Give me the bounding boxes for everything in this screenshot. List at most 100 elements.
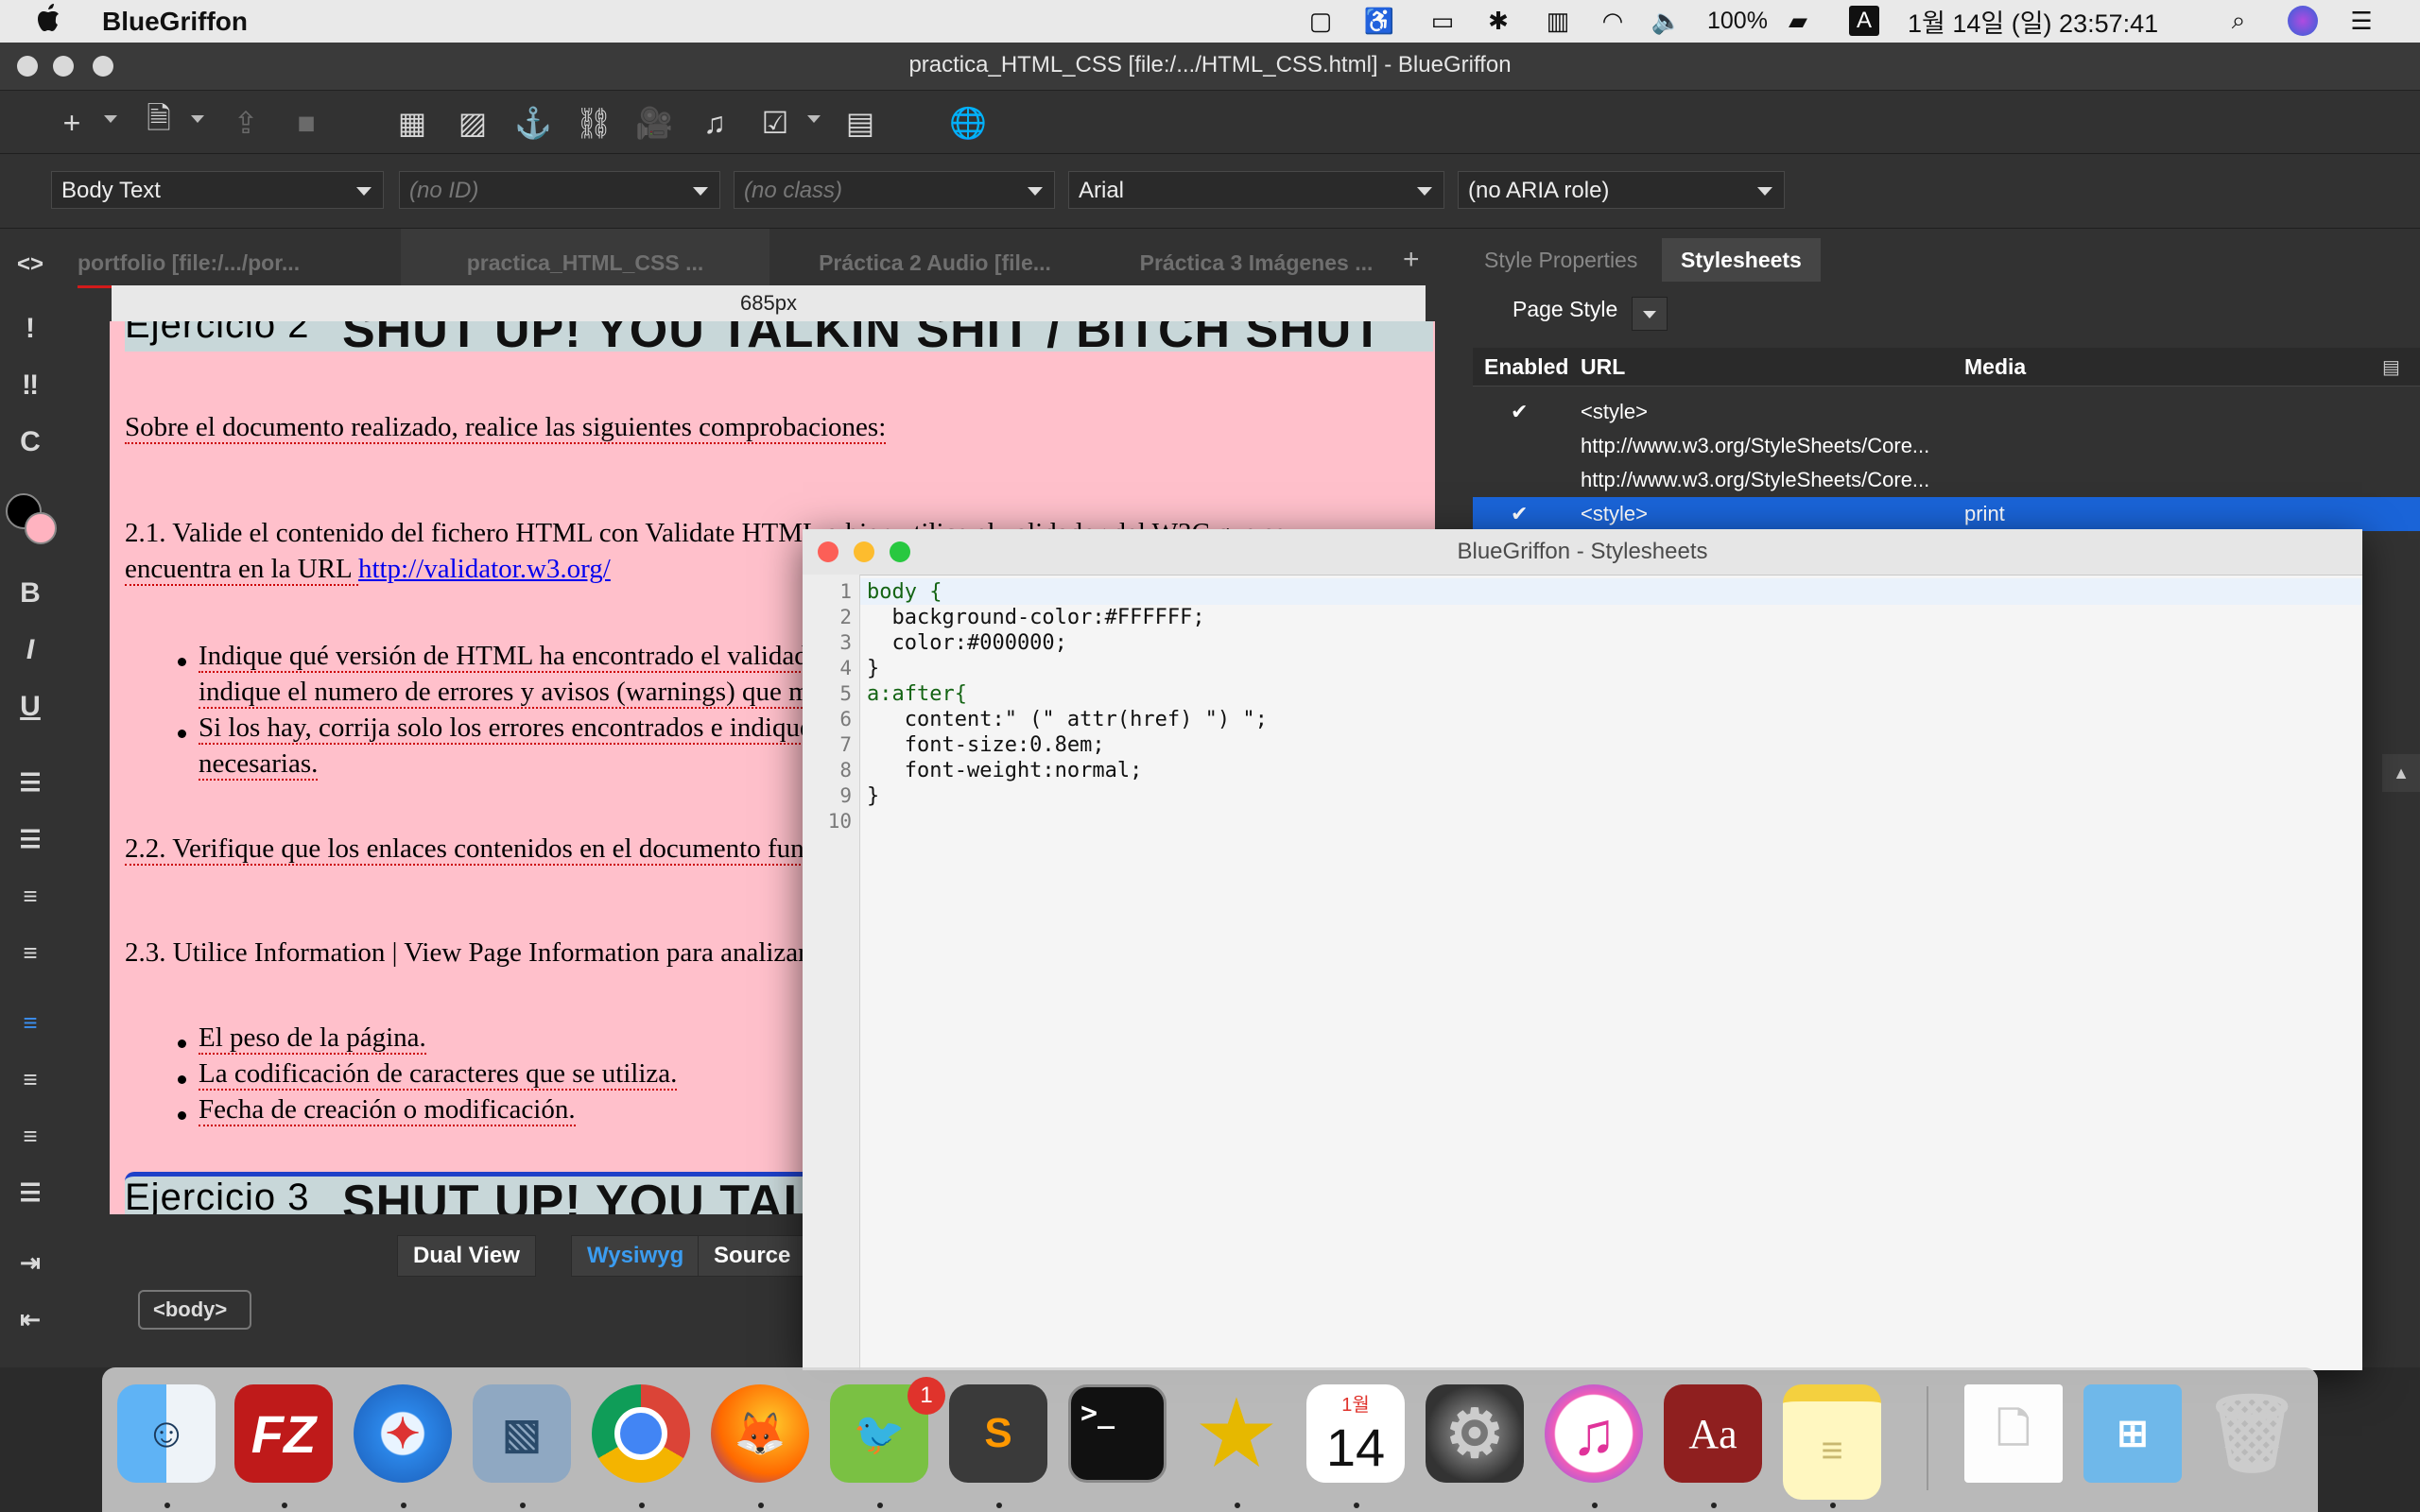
link-icon[interactable]: ⛓ xyxy=(575,104,614,142)
image-icon[interactable]: ▨ xyxy=(454,104,492,142)
stylesheet-row[interactable]: http://www.w3.org/StyleSheets/Core... xyxy=(1473,463,2420,497)
tab-practica-3-imagenes[interactable]: Práctica 3 Imágenes ... xyxy=(1100,229,1412,285)
definition-term-icon[interactable]: ≡ xyxy=(11,934,49,971)
aria-role-select[interactable]: (no ARIA role) xyxy=(1458,171,1785,209)
form-dropdown[interactable] xyxy=(807,115,821,123)
spotlight-search-icon[interactable]: ⌕ xyxy=(2223,6,2254,34)
id-select[interactable]: (no ID) xyxy=(399,171,720,209)
wifi-icon[interactable]: ◠ xyxy=(1596,7,1630,35)
wysiwyg-button[interactable]: Wysiwyg xyxy=(571,1235,700,1277)
stylesheet-row[interactable]: http://www.w3.org/StyleSheets/Core... xyxy=(1473,429,2420,463)
clock[interactable]: 1월 14일 (일) 23:57:41 xyxy=(1908,8,2158,38)
important-icon[interactable]: ! xyxy=(11,310,49,348)
scroll-up-icon[interactable]: ▲ xyxy=(2382,754,2420,792)
filezilla-icon[interactable]: FZ xyxy=(234,1384,333,1483)
bulleted-list-icon[interactable]: ☰ xyxy=(11,764,49,801)
numbered-list-icon[interactable]: ☰ xyxy=(11,820,49,858)
open-file-icon[interactable]: 🗎 xyxy=(140,101,178,142)
itunes-icon[interactable]: ♫ xyxy=(1545,1384,1643,1483)
calendar-icon[interactable]: 1월 14 xyxy=(1306,1384,1405,1483)
battery-percent[interactable]: 100% xyxy=(1707,8,1768,34)
stop-icon[interactable]: ■ xyxy=(287,104,325,142)
document-icon[interactable]: 🗋 xyxy=(1964,1384,2063,1483)
folder-icon[interactable]: ⊞ xyxy=(2083,1384,2182,1483)
app-menu-name[interactable]: BlueGriffon xyxy=(102,7,248,37)
font-select[interactable]: Arial xyxy=(1068,171,1444,209)
code-line: } xyxy=(867,784,880,808)
new-tab-plus-icon[interactable]: + xyxy=(1403,244,1420,276)
source-button[interactable]: Source xyxy=(698,1235,807,1277)
clear-style-icon[interactable]: C xyxy=(11,423,49,461)
indent-icon[interactable]: ⇥ xyxy=(11,1244,49,1281)
justify-icon[interactable]: ☰ xyxy=(11,1174,49,1211)
enabled-checkmark-icon[interactable]: ✔ xyxy=(1511,395,1528,429)
very-important-icon[interactable]: ‼ xyxy=(11,367,49,404)
align-center-icon[interactable]: ≡ xyxy=(11,1060,49,1098)
battery-monitor-icon[interactable]: ▥ xyxy=(1541,7,1575,35)
terminal-icon[interactable]: >_ xyxy=(1068,1384,1167,1483)
column-picker-icon[interactable]: ▤ xyxy=(2382,355,2400,379)
css-code-editor[interactable]: body { background-color:#FFFFFF; color:#… xyxy=(860,575,2362,1370)
column-url[interactable]: URL xyxy=(1581,348,1625,386)
notification-center-icon[interactable]: ☰ xyxy=(2344,7,2378,35)
video-icon[interactable]: 🎥 xyxy=(635,104,673,142)
form-icon[interactable]: ☑ xyxy=(756,104,794,142)
stylesheet-row[interactable]: ✔ <style> xyxy=(1473,395,2420,429)
column-media[interactable]: Media xyxy=(1964,348,2026,386)
align-left-icon[interactable]: ≡ xyxy=(11,1004,49,1041)
preview-icon[interactable]: ▧ xyxy=(473,1384,571,1483)
underline-icon[interactable]: U xyxy=(11,688,49,726)
align-right-icon[interactable]: ≡ xyxy=(11,1117,49,1155)
tab-stylesheets[interactable]: Stylesheets xyxy=(1662,238,1821,282)
table-icon[interactable]: ▦ xyxy=(393,104,431,142)
class-select[interactable]: (no class) xyxy=(734,171,1055,209)
finder-icon[interactable]: ☺ xyxy=(117,1384,216,1483)
outdent-icon[interactable]: ⇤ xyxy=(11,1300,49,1338)
background-color-swatch[interactable] xyxy=(25,512,57,544)
apple-icon[interactable] xyxy=(36,4,60,32)
new-document-icon[interactable]: + xyxy=(53,104,91,142)
airplay-icon[interactable]: ▭ xyxy=(1426,7,1460,35)
bold-icon[interactable]: B xyxy=(11,575,49,612)
enabled-checkmark-icon[interactable]: ✔ xyxy=(1511,497,1528,531)
definition-list-icon[interactable]: ≡ xyxy=(11,877,49,915)
save-icon[interactable]: ⇪ xyxy=(227,104,265,142)
siri-icon[interactable] xyxy=(2288,6,2318,36)
page-style-dropdown[interactable] xyxy=(1632,297,1668,331)
window-icon[interactable]: ▢ xyxy=(1306,7,1335,35)
validator-link[interactable]: http://validator.w3.org/ xyxy=(358,554,611,584)
accessibility-icon[interactable]: ♿ xyxy=(1364,7,1394,35)
paragraph-format-select[interactable]: Body Text xyxy=(51,171,384,209)
globe-icon[interactable]: 🌐 xyxy=(949,104,987,142)
tab-style-properties[interactable]: Style Properties xyxy=(1465,238,1656,282)
open-file-dropdown[interactable] xyxy=(191,115,204,123)
document-properties-icon[interactable]: ▤ xyxy=(841,104,879,142)
trash-icon[interactable]: 🗑 xyxy=(2203,1384,2301,1483)
dialog-title: BlueGriffon - Stylesheets xyxy=(1457,539,1708,564)
audio-icon[interactable]: ♫ xyxy=(696,104,734,142)
column-enabled[interactable]: Enabled xyxy=(1484,348,1568,386)
input-source[interactable]: A xyxy=(1849,6,1879,36)
notes-icon[interactable]: ≡ xyxy=(1783,1384,1881,1500)
tab-practica-html-css[interactable]: practica_HTML_CSS ... xyxy=(401,229,769,285)
dual-view-button[interactable]: Dual View xyxy=(397,1235,536,1277)
chrome-icon[interactable] xyxy=(592,1384,690,1483)
sublime-text-icon[interactable]: S xyxy=(949,1384,1047,1483)
new-document-dropdown[interactable] xyxy=(104,115,117,123)
stylesheet-media: print xyxy=(1964,502,2005,525)
battery-icon[interactable]: ▰ xyxy=(1775,7,1821,35)
source-view-icon[interactable]: <> xyxy=(11,246,49,284)
breadcrumb-body[interactable]: <body> xyxy=(138,1290,252,1330)
system-preferences-icon[interactable]: ⚙ xyxy=(1426,1384,1524,1483)
tab-practica-2-audio[interactable]: Práctica 2 Audio [file... xyxy=(779,229,1091,285)
starred-app-icon[interactable]: ★ xyxy=(1187,1384,1286,1483)
volume-icon[interactable]: 🔈 xyxy=(1651,7,1683,35)
anchor-icon[interactable]: ⚓ xyxy=(514,104,552,142)
stylesheet-row-selected[interactable]: ✔ <style> print xyxy=(1473,497,2420,531)
dictionary-icon[interactable]: Aa xyxy=(1664,1384,1762,1483)
firefox-icon[interactable]: 🦊 xyxy=(711,1384,809,1483)
italic-icon[interactable]: I xyxy=(11,631,49,669)
bluetooth-icon[interactable]: ✱ xyxy=(1484,7,1512,35)
tab-portfolio[interactable]: portfolio [file:/.../por... xyxy=(78,229,389,288)
safari-icon[interactable]: ✦ xyxy=(354,1384,452,1483)
